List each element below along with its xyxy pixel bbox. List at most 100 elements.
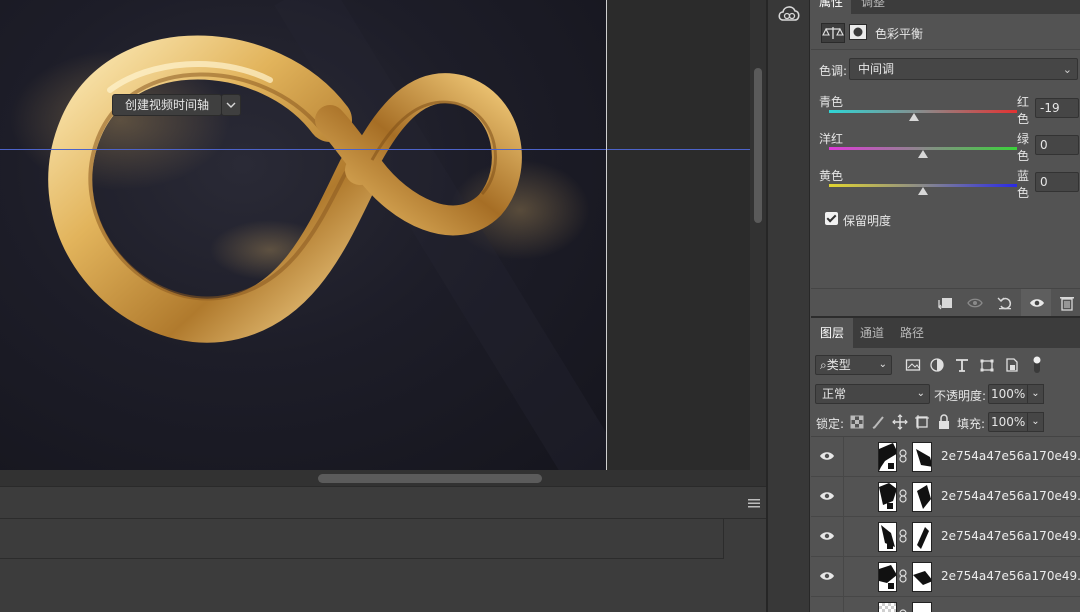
cyan-red-value-input[interactable]: -19 xyxy=(1035,98,1079,118)
layer-mask-thumbnail[interactable] xyxy=(912,442,932,472)
tone-select-value: 中间调 xyxy=(858,62,895,76)
layer-row-divider xyxy=(843,437,844,477)
layer-mask-link-icon[interactable] xyxy=(899,569,907,583)
layer-row-divider xyxy=(843,557,844,597)
creative-cloud-libraries-icon[interactable] xyxy=(776,0,802,24)
view-previous-state-icon[interactable] xyxy=(959,289,989,317)
filter-toggle-switch[interactable] xyxy=(1033,355,1041,375)
layer-name[interactable]: 2e754a47e56a170e49... xyxy=(941,489,1080,503)
adjustment-title: 色彩平衡 xyxy=(875,27,924,41)
layer-thumbnail[interactable] xyxy=(878,522,897,552)
panel-menu-icon[interactable] xyxy=(748,497,760,508)
preserve-luminosity-checkbox[interactable] xyxy=(825,212,838,225)
horizontal-scrollbar-thumb[interactable] xyxy=(318,474,542,483)
chevron-down-icon: ⌄ xyxy=(916,388,925,399)
adjustment-title-row: 色彩平衡 xyxy=(811,14,1080,50)
layer-filter-select[interactable]: ⌕类型 ⌄ xyxy=(815,355,892,375)
filter-pixel-layers-icon[interactable] xyxy=(905,356,921,374)
timeline-mode-dropdown[interactable] xyxy=(221,94,241,116)
properties-tab-bar: 属性 调整 xyxy=(811,0,1080,14)
layer-mask-thumbnail[interactable] xyxy=(912,522,932,552)
layer-thumbnail[interactable] xyxy=(878,562,897,592)
layer-list: 2e754a47e56a170e49... 2e754a47e56a170e49… xyxy=(811,436,1080,612)
layer-mask-link-icon[interactable] xyxy=(899,529,907,543)
tab-properties[interactable]: 属性 xyxy=(811,0,852,14)
lock-image-pixels-icon[interactable] xyxy=(871,414,887,430)
opacity-input[interactable]: 100% xyxy=(988,384,1028,404)
layer-name[interactable]: 2e754a47e56a170e49... xyxy=(941,569,1080,583)
layer-name[interactable]: 2e754a47e56a170e49... xyxy=(941,449,1080,463)
yellow-blue-slider-thumb[interactable] xyxy=(918,187,928,195)
delete-adjustment-icon[interactable] xyxy=(1051,289,1080,317)
search-icon: ⌕ xyxy=(820,358,827,372)
layer-thumbnail[interactable] xyxy=(878,442,897,472)
lock-all-icon[interactable] xyxy=(936,414,952,430)
layer-name[interactable]: 2e754a47e56a170e49... xyxy=(941,529,1080,543)
lock-position-icon[interactable] xyxy=(892,414,908,430)
layer-row[interactable]: 2e754a47e56a170e49... xyxy=(811,517,1080,557)
layer-visibility-eye-icon[interactable] xyxy=(819,449,835,463)
layer-row-divider xyxy=(843,477,844,517)
layer-mask-thumbnail[interactable] xyxy=(912,482,932,512)
layer-row[interactable]: 2e754a47e56a170e49... xyxy=(811,557,1080,597)
layer-row[interactable]: 2e754a47e56a170e49... xyxy=(811,437,1080,477)
timeline-header xyxy=(0,487,766,519)
layer-thumbnail[interactable] xyxy=(878,602,897,612)
pasteboard-area xyxy=(607,0,750,470)
properties-footer xyxy=(811,288,1080,317)
filter-shape-layers-icon[interactable] xyxy=(979,356,995,374)
chevron-down-icon: ⌄ xyxy=(1062,63,1072,76)
layer-visibility-eye-icon[interactable] xyxy=(819,529,835,543)
document-canvas[interactable] xyxy=(0,0,750,470)
horizontal-guide[interactable] xyxy=(0,149,750,150)
visibility-eye-icon[interactable] xyxy=(1021,289,1051,317)
opacity-label: 不透明度: xyxy=(934,389,987,403)
reset-adjustment-icon[interactable] xyxy=(989,289,1019,317)
chevron-down-icon xyxy=(226,102,236,108)
clip-to-layer-icon[interactable] xyxy=(929,289,959,317)
layer-thumbnail[interactable] xyxy=(878,482,897,512)
filter-type-layers-icon[interactable] xyxy=(954,356,970,374)
blend-mode-select[interactable]: 正常 ⌄ xyxy=(815,384,930,404)
timeline-track-area xyxy=(0,519,724,559)
cyan-red-slider-thumb[interactable] xyxy=(908,113,919,121)
tab-paths[interactable]: 路径 xyxy=(891,318,933,348)
tab-adjustments[interactable]: 调整 xyxy=(853,0,893,14)
cyan-red-slider-track[interactable] xyxy=(829,110,1017,113)
tab-channels[interactable]: 通道 xyxy=(851,318,893,348)
fill-label: 填充: xyxy=(957,417,986,431)
layer-mask-thumbnail[interactable] xyxy=(912,602,932,612)
create-video-timeline-button[interactable]: 创建视频时间轴 xyxy=(112,94,223,116)
color-balance-icon[interactable] xyxy=(821,23,845,43)
chevron-down-icon: ⌄ xyxy=(1031,416,1040,427)
yellow-blue-value-input[interactable]: 0 xyxy=(1035,172,1079,192)
photoshop-window: 创建视频时间轴 属性 调整 色彩平衡 色调: 中间调 ⌄ 青色 红色 -19 洋… xyxy=(0,0,1080,612)
fill-slider-toggle[interactable]: ⌄ xyxy=(1028,412,1044,432)
vertical-scrollbar-thumb[interactable] xyxy=(754,68,762,223)
layers-panel: 图层 通道 路径 ⌕类型 ⌄ 正常 ⌄ 不透明度: 100% ⌄ 锁定: 填充:… xyxy=(811,316,1080,612)
fill-input[interactable]: 100% xyxy=(988,412,1028,432)
tone-label: 色调: xyxy=(819,64,848,78)
chevron-down-icon: ⌄ xyxy=(1031,388,1040,399)
filter-adjustment-layers-icon[interactable] xyxy=(929,356,945,374)
layer-mask-link-icon[interactable] xyxy=(899,449,907,463)
filter-smart-objects-icon[interactable] xyxy=(1004,356,1020,374)
magenta-green-value-input[interactable]: 0 xyxy=(1035,135,1079,155)
layer-mask-link-icon[interactable] xyxy=(899,489,907,503)
tone-select[interactable]: 中间调 ⌄ xyxy=(849,58,1078,80)
opacity-slider-toggle[interactable]: ⌄ xyxy=(1028,384,1044,404)
layer-mask-thumbnail[interactable] xyxy=(912,562,932,592)
layers-tab-bar: 图层 通道 路径 xyxy=(811,318,1080,348)
layer-row[interactable]: 2e754a47e56a170e49... xyxy=(811,477,1080,517)
magenta-green-slider-thumb[interactable] xyxy=(918,150,928,158)
tab-layers[interactable]: 图层 xyxy=(811,318,854,348)
lock-transparent-pixels-icon[interactable] xyxy=(849,414,865,430)
layer-visibility-eye-icon[interactable] xyxy=(819,569,835,583)
chevron-down-icon: ⌄ xyxy=(878,359,887,370)
layer-row-partial[interactable] xyxy=(811,597,1080,612)
layer-row-divider xyxy=(843,517,844,557)
canvas-edge-guide xyxy=(606,0,607,470)
layer-mask-icon[interactable] xyxy=(849,24,867,40)
lock-artboard-icon[interactable] xyxy=(914,414,930,430)
layer-visibility-eye-icon[interactable] xyxy=(819,489,835,503)
